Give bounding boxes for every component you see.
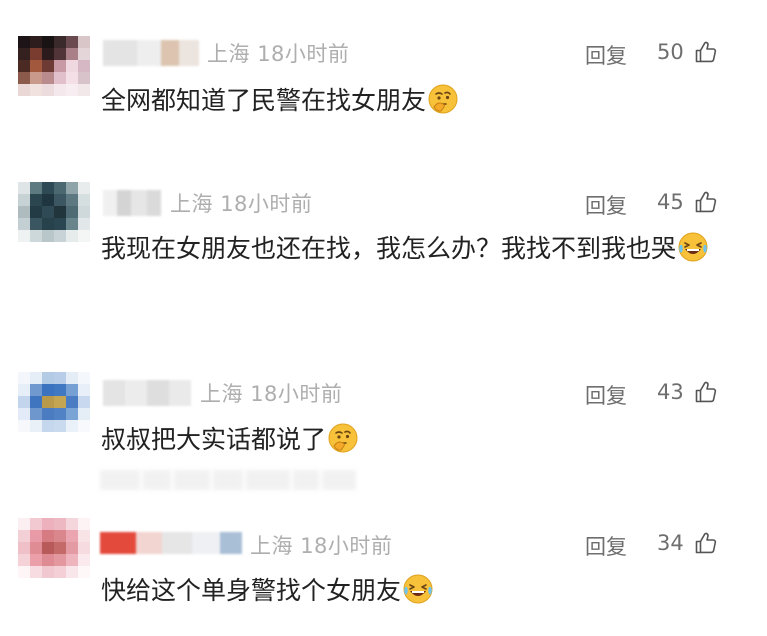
avatar[interactable] xyxy=(18,36,90,96)
thinking-emoji-icon xyxy=(428,84,458,114)
timestamp: 18小时前 xyxy=(257,42,350,66)
blurred-residue xyxy=(100,470,370,490)
laughing-tears-emoji-icon xyxy=(403,574,433,604)
location: 上海 xyxy=(250,534,293,558)
thinking-emoji-icon xyxy=(328,423,358,453)
thumbs-up-icon[interactable] xyxy=(694,190,718,214)
username[interactable] xyxy=(100,532,242,554)
username[interactable] xyxy=(103,190,161,216)
comment-text: 全网都知道了民警在找女朋友 xyxy=(101,78,741,124)
username[interactable] xyxy=(103,40,199,66)
comment-meta: 上海 18小时前 xyxy=(200,378,342,408)
comment-text: 快给这个单身警找个女朋友 xyxy=(101,568,741,614)
reply-button[interactable]: 回复 xyxy=(585,40,627,70)
avatar[interactable] xyxy=(18,372,90,432)
comment-meta: 上海 18小时前 xyxy=(207,38,349,68)
avatar[interactable] xyxy=(18,182,90,242)
thumbs-up-icon[interactable] xyxy=(694,531,718,555)
thumbs-up-icon[interactable] xyxy=(694,380,718,404)
location: 上海 xyxy=(170,192,213,216)
location: 上海 xyxy=(200,382,243,406)
timestamp: 18小时前 xyxy=(220,192,313,216)
username[interactable] xyxy=(103,380,191,406)
timestamp: 18小时前 xyxy=(250,382,343,406)
reply-button[interactable]: 回复 xyxy=(585,190,627,220)
avatar[interactable] xyxy=(18,518,90,578)
like-count: 45 xyxy=(657,190,684,214)
comment-text: 我现在女朋友也还在找，我怎么办？我找不到我也哭 xyxy=(101,226,721,272)
thumbs-up-icon[interactable] xyxy=(694,40,718,64)
like-count: 34 xyxy=(657,531,684,555)
reply-button[interactable]: 回复 xyxy=(585,531,627,561)
laughing-tears-emoji-icon xyxy=(678,232,708,262)
comment-text: 叔叔把大实话都说了 xyxy=(101,417,741,463)
reply-button[interactable]: 回复 xyxy=(585,380,627,410)
like-count: 43 xyxy=(657,380,684,404)
location: 上海 xyxy=(207,42,250,66)
comment-meta: 上海 18小时前 xyxy=(250,530,392,560)
like-count: 50 xyxy=(657,40,684,64)
timestamp: 18小时前 xyxy=(300,534,393,558)
comment-meta: 上海 18小时前 xyxy=(170,188,312,218)
